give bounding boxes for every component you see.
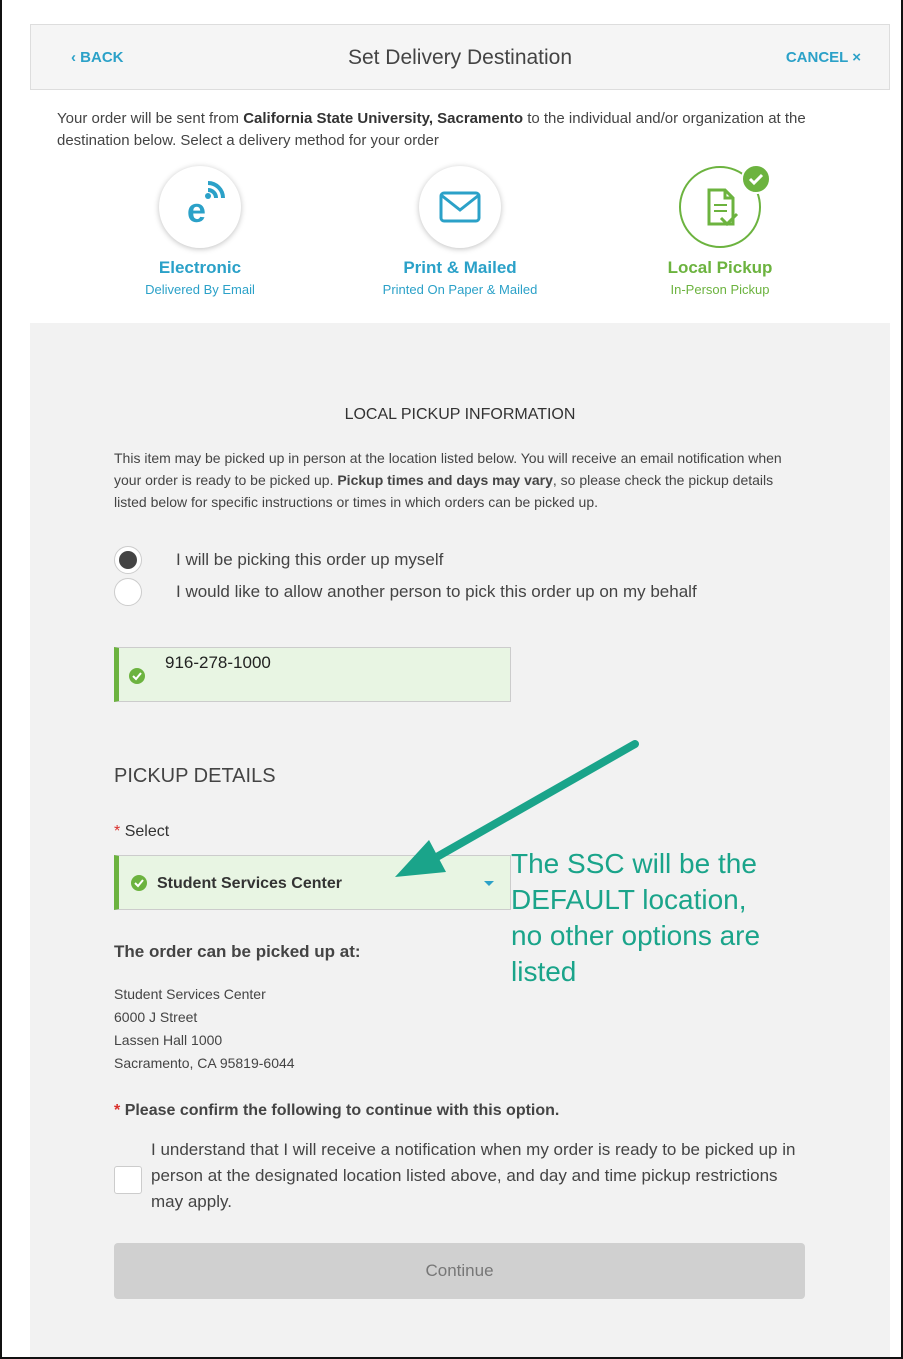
method-local-pickup[interactable]: Local Pickup In-Person Pickup — [610, 164, 830, 297]
continue-button[interactable]: Continue — [114, 1243, 805, 1299]
page-title: Set Delivery Destination — [347, 46, 573, 69]
method-sub: Printed On Paper & Mailed — [382, 282, 538, 297]
selected-check-icon — [741, 164, 771, 194]
picked-up-at-label: The order can be picked up at: — [114, 942, 361, 961]
intro-prefix: Your order will be sent from — [57, 110, 244, 127]
intro-institution: California State University, Sacramento — [243, 110, 524, 127]
method-name: Electronic — [158, 258, 242, 277]
address-line: 6000 J Street — [114, 1009, 198, 1025]
address-line: Lassen Hall 1000 — [114, 1032, 223, 1048]
method-sub: In-Person Pickup — [670, 282, 770, 297]
method-name: Print & Mailed — [403, 258, 517, 277]
address-line: Student Services Center — [114, 986, 266, 1002]
confirm-label-text: Please confirm the following to continue… — [124, 1102, 560, 1119]
method-electronic[interactable]: e Electronic Delivered By Email — [90, 166, 310, 297]
electronic-icon: e — [187, 181, 225, 230]
method-name: Local Pickup — [667, 258, 773, 277]
svg-text:e: e — [187, 192, 206, 230]
header-bar: ‹ BACK Set Delivery Destination CANCEL × — [30, 24, 890, 90]
pickup-address: Student Services Center 6000 J Street La… — [114, 983, 295, 1075]
intro-text: Your order will be sent from California … — [57, 108, 872, 152]
confirm-text: I understand that I will receive a notif… — [151, 1140, 796, 1211]
method-print-mailed[interactable]: Print & Mailed Printed On Paper & Mailed — [350, 166, 570, 297]
method-electronic-circle: e — [159, 166, 241, 248]
envelope-icon — [439, 191, 481, 223]
address-line: Sacramento, CA 95819-6044 — [114, 1055, 295, 1071]
annotation-text: The SSC will be the DEFAULT location, no… — [511, 848, 761, 987]
confirm-label: * Please confirm the following to contin… — [114, 1102, 559, 1120]
method-pickup-circle — [679, 164, 771, 248]
confirm-checkbox[interactable] — [114, 1166, 142, 1194]
page-frame: ‹ BACK Set Delivery Destination CANCEL ×… — [0, 0, 903, 1359]
method-sub: Delivered By Email — [145, 282, 255, 297]
cancel-button[interactable]: CANCEL × — [786, 49, 861, 66]
required-asterisk: * — [114, 1102, 121, 1119]
method-print-circle — [419, 166, 501, 248]
pickup-panel: LOCAL PICKUP INFORMATION This item may b… — [30, 323, 890, 1357]
